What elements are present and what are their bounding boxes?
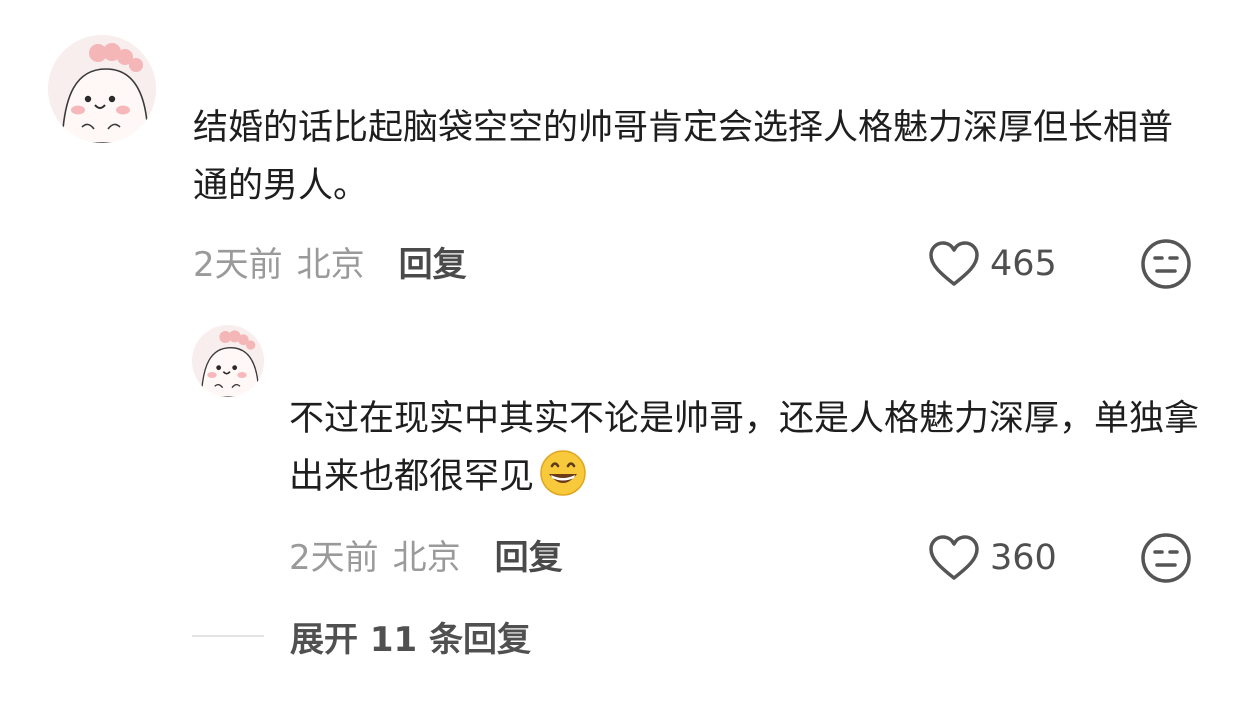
reply-dislike-button[interactable] <box>1140 532 1192 584</box>
comment-avatar[interactable] <box>48 35 156 143</box>
reply-location: 北京 <box>392 537 461 578</box>
reply-text: 不过在现实中其实不论是帅哥，还是人格魅力深厚，单独拿出来也都很罕见 <box>289 399 1200 497</box>
comment-meta: 2天前 北京 回复 <box>193 237 467 285</box>
comment-location: 北京 <box>296 244 365 285</box>
like-count: 465 <box>990 244 1057 284</box>
dislike-face-icon <box>1141 533 1191 583</box>
reply-reply-button[interactable]: 回复 <box>495 530 563 579</box>
reply-time: 2天前 <box>289 537 379 578</box>
reply-like-button[interactable]: 360 <box>928 532 1057 584</box>
dislike-button[interactable] <box>1140 238 1192 290</box>
reply-like-count: 360 <box>990 538 1057 578</box>
reply-avatar[interactable] <box>192 325 264 397</box>
reply-text-block: 不过在现实中其实不论是帅哥，还是人格魅力深厚，单独拿出来也都很罕见 <box>289 390 1209 506</box>
cartoon-avatar-icon <box>192 325 264 397</box>
reply-button[interactable]: 回复 <box>399 237 467 286</box>
expand-divider <box>192 635 264 637</box>
grinning-face-emoji-icon <box>540 450 586 496</box>
comment-text: 结婚的话比起脑袋空空的帅哥肯定会选择人格魅力深厚但长相普通的男人。 <box>193 108 1174 206</box>
comment-time: 2天前 <box>193 244 283 285</box>
heart-icon <box>929 241 979 286</box>
cartoon-avatar-icon <box>48 35 156 143</box>
expand-replies-label: 展开 11 条回复 <box>290 619 531 660</box>
dislike-face-icon <box>1141 239 1191 289</box>
reply-meta: 2天前 北京 回复 <box>289 530 563 578</box>
expand-replies-button[interactable]: 展开 11 条回复 <box>192 612 531 660</box>
heart-icon <box>929 535 979 580</box>
like-button[interactable]: 465 <box>928 238 1057 290</box>
